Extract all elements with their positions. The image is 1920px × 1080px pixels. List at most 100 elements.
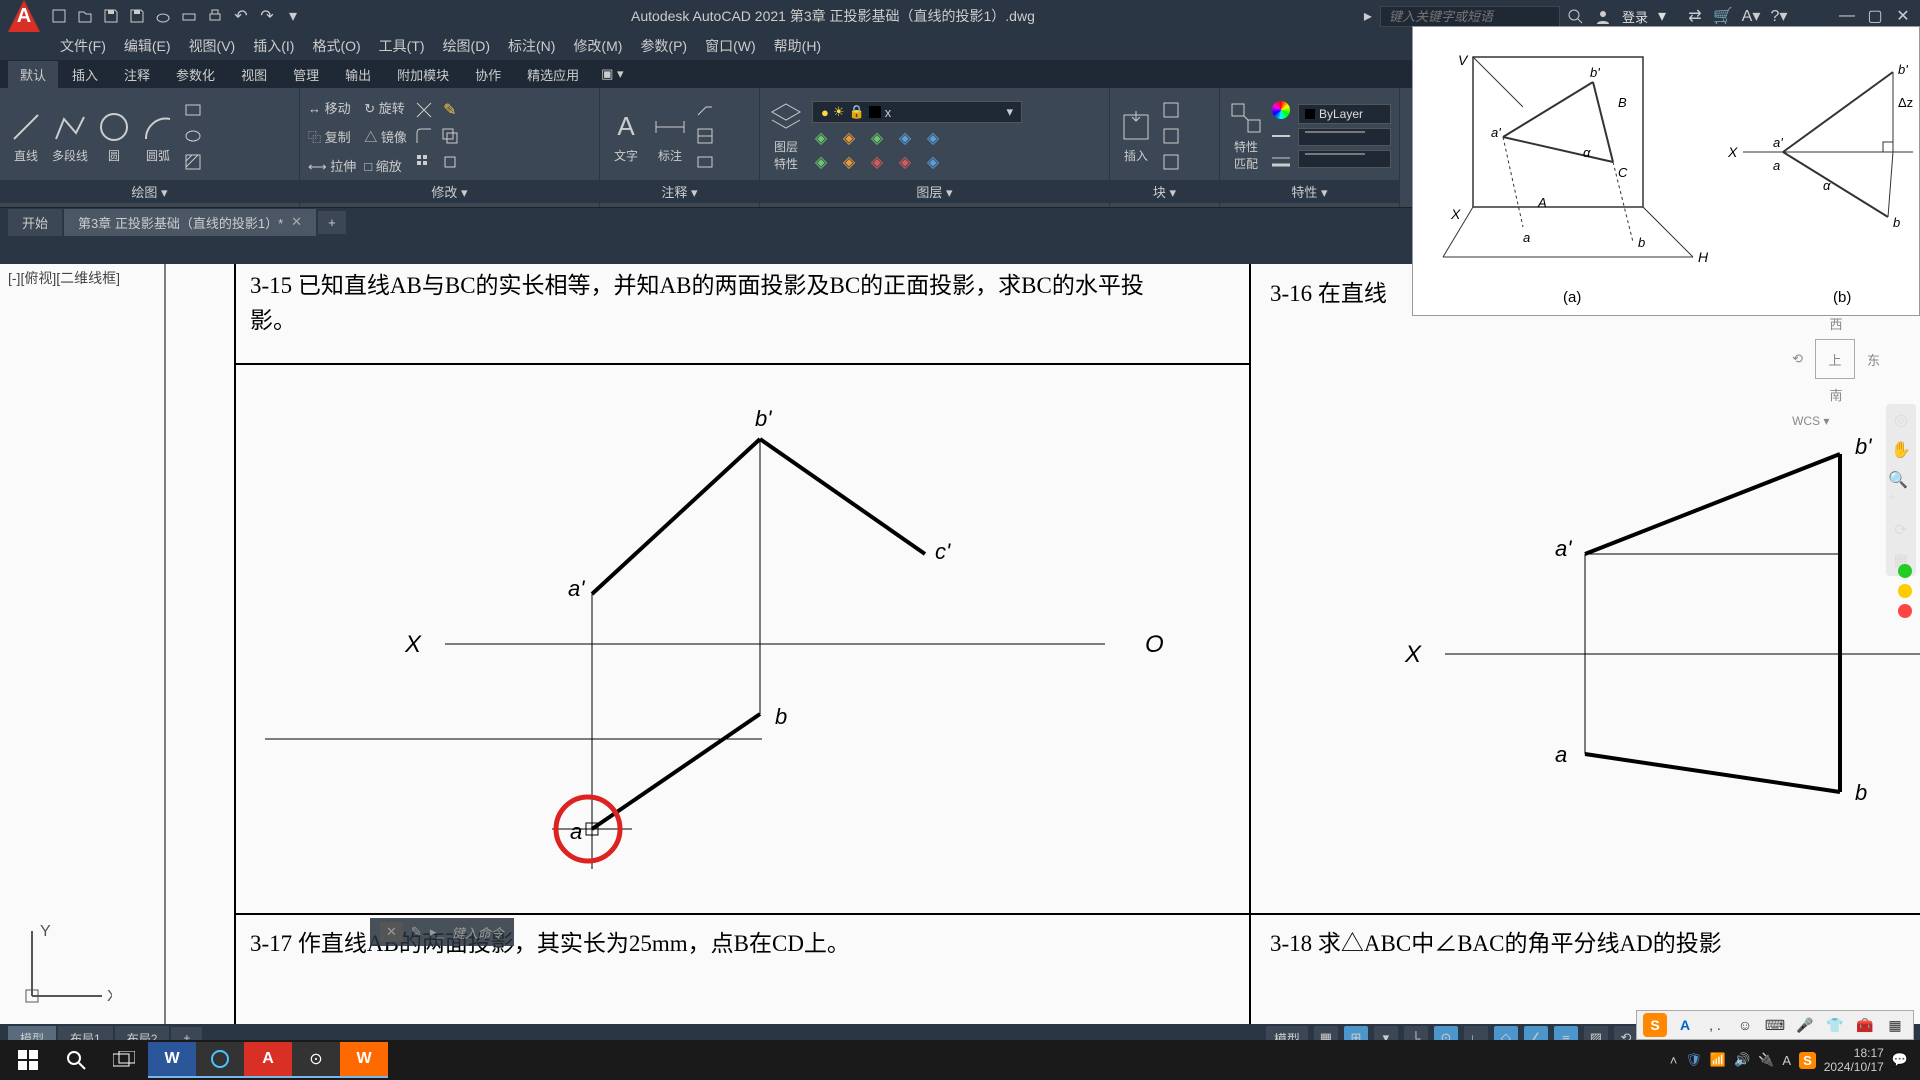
tray-chevron-icon[interactable]: ˄: [1670, 1053, 1678, 1068]
tab-default[interactable]: 默认: [8, 61, 58, 88]
tray-clock[interactable]: 18:17 2024/10/17: [1824, 1046, 1884, 1074]
linetype-drop[interactable]: [1298, 128, 1391, 146]
panel-draw-title[interactable]: 绘图 ▾: [0, 180, 299, 203]
task-wps[interactable]: W: [340, 1042, 388, 1078]
ime-sogou-icon[interactable]: S: [1643, 1013, 1667, 1037]
linetype-icon[interactable]: [1272, 127, 1290, 145]
menu-edit[interactable]: 编辑(E): [124, 36, 171, 56]
arc-tool[interactable]: 圆弧: [140, 109, 176, 164]
leader-icon[interactable]: [696, 101, 714, 119]
insert-block-tool[interactable]: 插入: [1118, 109, 1154, 164]
lineweight-icon[interactable]: [1272, 153, 1290, 171]
rotate-tool[interactable]: ↻ 旋转: [364, 98, 407, 117]
maximize-icon[interactable]: ▢: [1866, 7, 1884, 25]
tray-ime-a-icon[interactable]: A: [1782, 1053, 1791, 1068]
appstore-icon[interactable]: A▾: [1742, 7, 1760, 25]
tab-output[interactable]: 输出: [333, 61, 383, 88]
vc-east[interactable]: 东: [1867, 350, 1880, 369]
ime-tools-icon[interactable]: 🧰: [1853, 1013, 1877, 1037]
redo-icon[interactable]: ↷: [258, 7, 276, 25]
tab-manage[interactable]: 管理: [281, 61, 331, 88]
new-icon[interactable]: [50, 7, 68, 25]
tab-insert[interactable]: 插入: [60, 61, 110, 88]
tray-security-icon[interactable]: 🛡: [1685, 1052, 1702, 1068]
menu-param[interactable]: 参数(P): [640, 36, 687, 56]
cmd-close-icon[interactable]: ✕: [380, 922, 403, 942]
mirror-tool[interactable]: △ 镜像: [364, 127, 407, 146]
circle-tool[interactable]: 圆: [96, 109, 132, 164]
ime-lang-icon[interactable]: A: [1673, 1013, 1697, 1037]
nav-zoom-icon[interactable]: 🔍⁺: [1888, 470, 1914, 510]
nav-orbit-icon[interactable]: ⟳: [1894, 520, 1907, 540]
menu-format[interactable]: 格式(O): [312, 36, 360, 56]
array-icon[interactable]: [415, 153, 433, 171]
color-bylayer-drop[interactable]: ByLayer: [1298, 104, 1391, 124]
tab-extras[interactable]: ▣ ▾: [593, 62, 631, 86]
drawing-canvas[interactable]: 3-15 已知直线AB与BC的实长相等，并知AB的两面投影及BC的正面投影，求B…: [0, 264, 1920, 1024]
search-input[interactable]: [1380, 6, 1560, 27]
menu-tools[interactable]: 工具(T): [379, 36, 425, 56]
panel-layers-title[interactable]: 图层 ▾: [760, 180, 1109, 203]
tab-view[interactable]: 视图: [229, 61, 279, 88]
cmd-tool-icon[interactable]: ✎: [411, 924, 422, 940]
panel-annotation-title[interactable]: 注释 ▾: [600, 180, 759, 203]
ellipse-icon[interactable]: [184, 127, 202, 145]
menu-view[interactable]: 视图(V): [189, 36, 236, 56]
file-tab-new[interactable]: +: [318, 211, 346, 234]
tray-power-icon[interactable]: 🔌: [1758, 1052, 1774, 1068]
cloud-ann-icon[interactable]: [696, 153, 714, 171]
overlay-reference[interactable]: V a' b' B A α C X H a b (a) X a' b' Δz α…: [1412, 26, 1920, 316]
saveas-icon[interactable]: [128, 7, 146, 25]
layer-tool-9[interactable]: ◈: [896, 153, 914, 171]
file-tab-start[interactable]: 开始: [8, 209, 62, 236]
task-cortana[interactable]: [196, 1042, 244, 1078]
polyline-tool[interactable]: 多段线: [52, 109, 88, 164]
stretch-tool[interactable]: ⟷ 拉伸: [308, 156, 356, 175]
panel-properties-title[interactable]: 特性 ▾: [1220, 180, 1399, 203]
tray-volume-icon[interactable]: 🔊: [1734, 1052, 1750, 1068]
command-line[interactable]: ✕ ✎ ▸_ 键入命令: [370, 918, 514, 946]
trim-icon[interactable]: [415, 101, 433, 119]
menu-insert[interactable]: 插入(I): [253, 36, 294, 56]
menu-modify[interactable]: 修改(M): [573, 36, 622, 56]
layer-dropdown[interactable]: ● ☀ 🔒 x ▾: [812, 101, 1022, 123]
offset-icon[interactable]: [441, 127, 459, 145]
user-icon[interactable]: [1594, 7, 1612, 25]
layer-tool-7[interactable]: ◈: [840, 153, 858, 171]
tab-featured[interactable]: 精选应用: [515, 61, 591, 88]
search-icon[interactable]: [1566, 7, 1584, 25]
ime-menu-icon[interactable]: ▦: [1883, 1013, 1907, 1037]
tray-notifications-icon[interactable]: 💬: [1892, 1052, 1908, 1068]
login-label[interactable]: 登录: [1622, 7, 1648, 26]
save-icon[interactable]: [102, 7, 120, 25]
panel-block-title[interactable]: 块 ▾: [1110, 180, 1219, 203]
ime-skin-icon[interactable]: 👕: [1823, 1013, 1847, 1037]
search-button[interactable]: [52, 1042, 100, 1078]
tab-addins[interactable]: 附加模块: [385, 61, 461, 88]
tray-sogou-icon[interactable]: S: [1799, 1052, 1816, 1069]
task-recorder[interactable]: ⊙: [292, 1042, 340, 1078]
ime-voice-icon[interactable]: 🎤: [1793, 1013, 1817, 1037]
text-tool[interactable]: A 文字: [608, 109, 644, 164]
layer-props-tool[interactable]: 图层 特性: [768, 100, 804, 172]
help-icon[interactable]: ?▾: [1770, 7, 1788, 25]
highlight-icon[interactable]: ✎: [441, 101, 459, 119]
menu-file[interactable]: 文件(F): [60, 36, 106, 56]
nav-wheel-icon[interactable]: ◎: [1894, 410, 1908, 430]
minimize-icon[interactable]: —: [1838, 7, 1856, 25]
vc-south-rot[interactable]: ⟲: [1792, 351, 1803, 367]
qat-dropdown-icon[interactable]: ▾: [284, 7, 302, 25]
match-props-tool[interactable]: 特性 匹配: [1228, 100, 1264, 172]
block-attr-icon[interactable]: [1162, 153, 1180, 171]
plot-icon[interactable]: [180, 7, 198, 25]
ime-punct-icon[interactable]: , .: [1703, 1013, 1727, 1037]
block-edit-icon[interactable]: [1162, 127, 1180, 145]
ime-emoji-icon[interactable]: ☺: [1733, 1013, 1757, 1037]
ime-keyboard-icon[interactable]: ⌨: [1763, 1013, 1787, 1037]
menu-dim[interactable]: 标注(N): [508, 36, 555, 56]
layer-tool-1[interactable]: ◈: [812, 129, 830, 147]
layer-tool-2[interactable]: ◈: [840, 129, 858, 147]
ime-toolbar[interactable]: S A , . ☺ ⌨ 🎤 👕 🧰 ▦: [1636, 1010, 1914, 1040]
viewcube[interactable]: 西 ⟲ 上 东 南 WCS ▾: [1792, 314, 1880, 428]
layer-tool-4[interactable]: ◈: [896, 129, 914, 147]
